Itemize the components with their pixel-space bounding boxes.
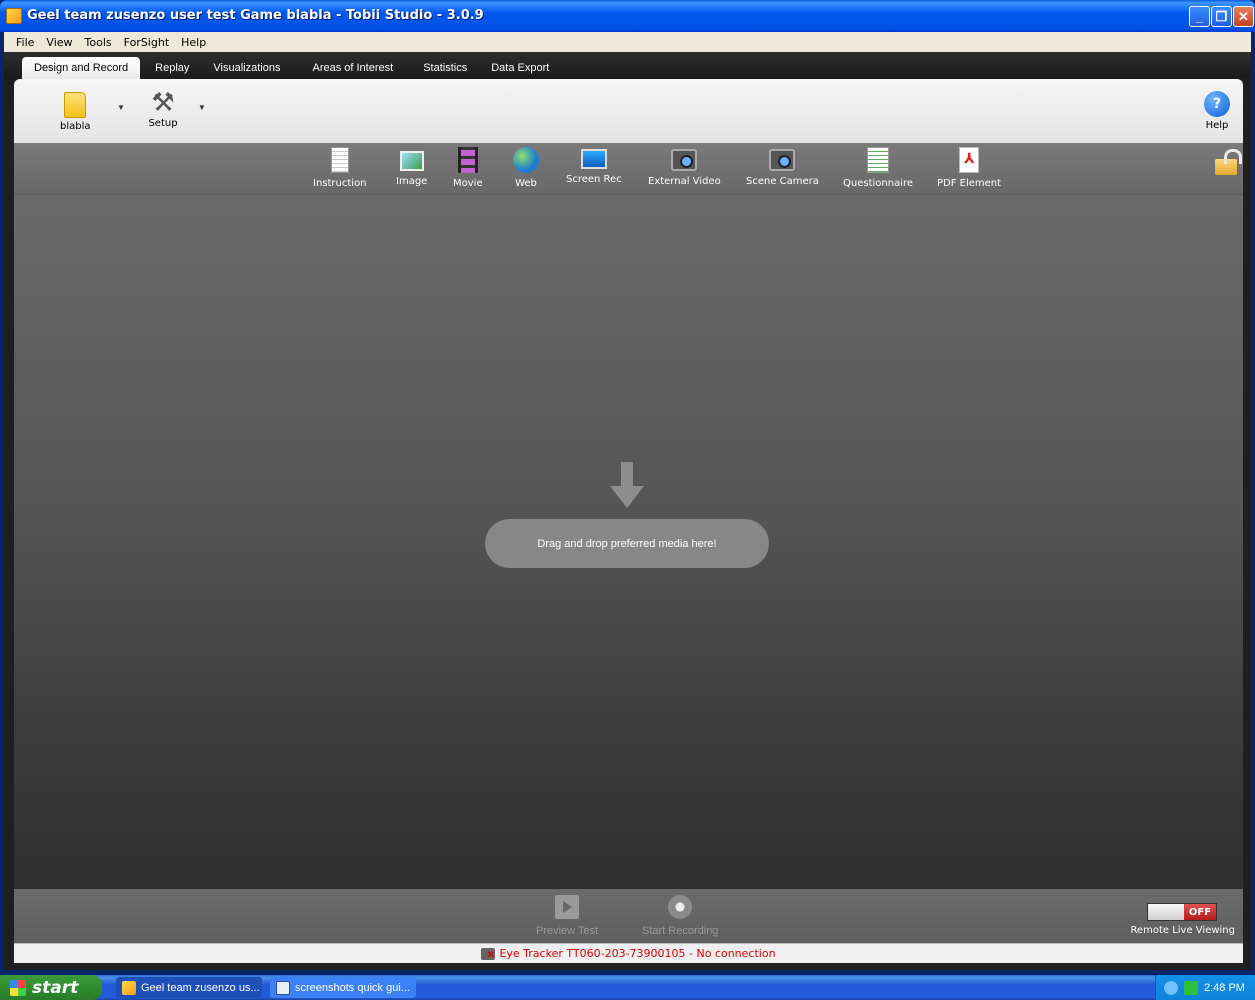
start-recording-button[interactable]: Start Recording — [642, 895, 718, 937]
menu-help[interactable]: Help — [175, 36, 212, 49]
pdf-icon — [959, 147, 980, 173]
test-dropdown-icon[interactable]: ▼ — [117, 103, 125, 112]
remote-live-viewing-label: Remote Live Viewing — [1130, 925, 1235, 936]
menu-forsight[interactable]: ForSight — [118, 36, 176, 49]
scene-camera-icon — [769, 149, 796, 171]
ribbon: blabla ▼ ⚒ Setup ▼ ? Help — [14, 79, 1243, 143]
media-pdf-element[interactable]: PDF Element — [937, 147, 1001, 189]
status-bar: Eye Tracker TT060-203-73900105 - No conn… — [14, 943, 1243, 963]
tab-design-and-record[interactable]: Design and Record — [22, 57, 141, 79]
help-icon: ? — [1204, 91, 1230, 117]
media-web[interactable]: Web — [513, 147, 539, 189]
questionnaire-icon — [867, 147, 889, 173]
media-screen-rec[interactable]: Screen Rec — [566, 147, 622, 185]
timeline-drop-area[interactable]: Drag and drop preferred media here! — [14, 195, 1243, 889]
main-tabs: Design and Record Replay Visualizations … — [4, 52, 1251, 79]
media-movie-label: Movie — [453, 178, 483, 189]
window-title: Geel team zusenzo user test Game blabla … — [27, 8, 484, 23]
clock[interactable]: 2:48 PM — [1204, 982, 1245, 994]
drop-hint: Drag and drop preferred media here! — [485, 519, 769, 568]
preview-test-label: Preview Test — [536, 925, 599, 937]
media-instruction[interactable]: Instruction — [313, 147, 367, 189]
media-movie[interactable]: Movie — [453, 147, 483, 189]
tray-network-icon[interactable] — [1184, 980, 1198, 995]
setup-button[interactable]: ⚒ Setup — [146, 88, 180, 129]
taskbar-item-word[interactable]: screenshots quick gui... — [270, 977, 416, 998]
restore-button[interactable]: ❐ — [1211, 6, 1232, 27]
web-icon — [513, 147, 539, 173]
media-image-label: Image — [396, 176, 428, 187]
tab-statistics[interactable]: Statistics — [414, 57, 476, 79]
help-button[interactable]: ? Help — [1204, 91, 1230, 131]
remote-live-viewing-toggle[interactable]: OFF — [1147, 903, 1217, 921]
main-frame: blabla ▼ ⚒ Setup ▼ ? Help Instruction Im… — [4, 79, 1251, 970]
tab-visualizations[interactable]: Visualizations — [204, 57, 289, 79]
preview-test-button[interactable]: Preview Test — [536, 895, 598, 937]
tab-areas-of-interest[interactable]: Areas of Interest — [303, 57, 402, 79]
media-instruction-label: Instruction — [313, 178, 367, 189]
unlock-icon[interactable] — [1215, 149, 1242, 175]
menu-tools[interactable]: Tools — [79, 36, 118, 49]
windows-flag-icon — [10, 979, 26, 996]
menu-bar: File View Tools ForSight Help — [4, 32, 1251, 52]
test-button[interactable]: blabla — [60, 92, 91, 132]
media-toolbar: Instruction Image Movie Web Screen Rec E… — [14, 143, 1243, 195]
record-icon — [668, 895, 693, 919]
tobii-app-icon — [6, 8, 22, 24]
tab-replay[interactable]: Replay — [146, 57, 198, 79]
start-recording-label: Start Recording — [642, 925, 719, 937]
help-label: Help — [1205, 120, 1229, 131]
taskbar: start Geel team zusenzo us... screenshot… — [0, 975, 1255, 1000]
instruction-icon — [330, 147, 349, 173]
screen-rec-icon — [580, 149, 607, 169]
media-image[interactable]: Image — [396, 147, 427, 187]
media-scene-camera-label: Scene Camera — [746, 176, 819, 187]
tobii-task-icon — [122, 980, 136, 995]
external-video-icon — [671, 149, 698, 171]
eye-tracker-status[interactable]: Eye Tracker TT060-203-73900105 - No conn… — [499, 947, 775, 960]
recording-bar: Preview Test Start Recording OFF Remote … — [14, 889, 1243, 943]
media-questionnaire-label: Questionnaire — [843, 178, 914, 189]
tab-data-export[interactable]: Data Export — [482, 57, 558, 79]
down-arrow-icon — [610, 462, 644, 508]
menu-file[interactable]: File — [10, 36, 40, 49]
movie-icon — [457, 147, 478, 173]
eye-tracker-disconnected-icon — [481, 947, 496, 961]
menu-view[interactable]: View — [40, 36, 78, 49]
setup-label: Setup — [148, 118, 178, 129]
test-folder-icon — [64, 92, 87, 118]
media-scene-camera[interactable]: Scene Camera — [746, 147, 819, 187]
media-web-label: Web — [515, 178, 537, 189]
start-label: start — [32, 977, 79, 998]
toggle-knob — [1148, 904, 1184, 920]
toggle-state: OFF — [1184, 904, 1216, 920]
tray-expand-icon[interactable] — [1164, 980, 1178, 995]
taskbar-item-tobii[interactable]: Geel team zusenzo us... — [116, 977, 262, 998]
media-screen-rec-label: Screen Rec — [566, 174, 622, 185]
system-tray: 2:48 PM — [1155, 975, 1255, 1000]
tools-icon: ⚒ — [151, 88, 175, 118]
setup-dropdown-icon[interactable]: ▼ — [198, 103, 206, 112]
media-questionnaire[interactable]: Questionnaire — [843, 147, 913, 189]
taskbar-item-word-label: screenshots quick gui... — [295, 981, 410, 994]
word-document-icon — [276, 980, 290, 995]
image-icon — [399, 151, 424, 171]
media-external-video-label: External Video — [648, 176, 721, 187]
minimize-button[interactable]: _ — [1189, 6, 1210, 27]
play-icon — [555, 895, 580, 919]
test-label: blabla — [60, 121, 91, 132]
close-button[interactable]: ✕ — [1233, 6, 1254, 27]
taskbar-item-tobii-label: Geel team zusenzo us... — [141, 981, 260, 994]
start-button[interactable]: start — [0, 975, 102, 1000]
media-pdf-element-label: PDF Element — [937, 178, 1002, 189]
media-external-video[interactable]: External Video — [648, 147, 721, 187]
title-bar[interactable]: Geel team zusenzo user test Game blabla … — [0, 0, 1255, 32]
